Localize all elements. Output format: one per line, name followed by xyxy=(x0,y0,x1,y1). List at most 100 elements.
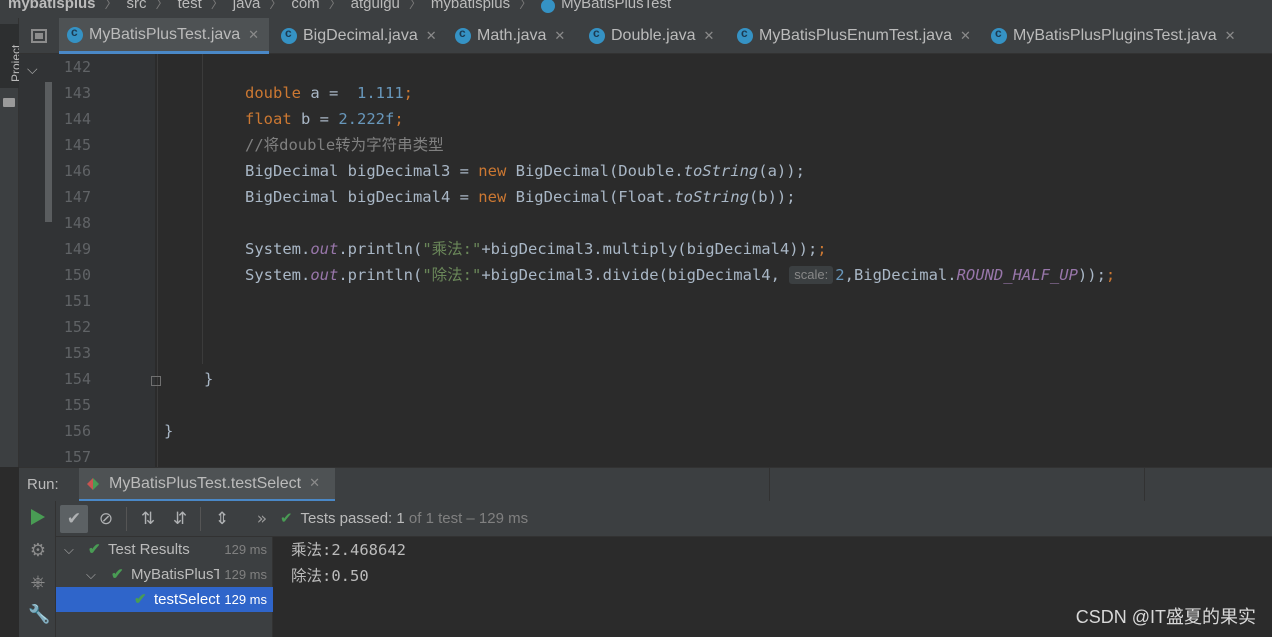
tree-item-test-results[interactable]: ⌵ ✔ Test Results 129 ms xyxy=(56,537,273,562)
test-run-icon xyxy=(87,477,99,490)
status-count: 1 xyxy=(396,510,405,527)
code-text: } xyxy=(164,422,174,440)
close-icon[interactable]: ✕ xyxy=(1225,28,1236,44)
tree-item-class[interactable]: ⌵ ✔ MyBatisPlusTest 129 ms xyxy=(56,562,273,587)
line-number: 143 xyxy=(63,84,91,102)
run-tab-label: MyBatisPlusTest.testSelect xyxy=(109,474,302,492)
line-number: 152 xyxy=(63,318,91,336)
console-line: 乘法:2.468642 xyxy=(291,541,406,559)
code-comment: //将double转为字符串类型 xyxy=(245,136,444,154)
code-line: 145 //将double转为字符串类型 xyxy=(19,132,1272,158)
project-structure-icon[interactable] xyxy=(31,29,47,43)
run-icon[interactable] xyxy=(31,509,45,525)
chevron-right-icon: 〉 xyxy=(104,0,118,11)
tab-label: MyBatisPlusTest.java xyxy=(89,25,241,43)
stop-icon[interactable]: ⊘ xyxy=(92,505,120,533)
code-editor[interactable]: ⌵ 142 143 double a = 1.111; 144 float b … xyxy=(19,54,1272,467)
code-line: 146 BigDecimal bigDecimal3 = new BigDeci… xyxy=(19,158,1272,184)
breadcrumb-item[interactable]: java xyxy=(233,0,261,11)
tab-mybatisplustest[interactable]: MyBatisPlusTest.java ✕ xyxy=(59,18,269,54)
class-icon xyxy=(281,26,297,44)
line-number: 157 xyxy=(63,448,91,466)
code-line: 150 System.out.println("除法:"+bigDecimal3… xyxy=(19,262,1272,288)
rerun-failed-icon[interactable]: ⚙ xyxy=(28,541,48,561)
project-tool-button[interactable]: Project xyxy=(0,24,23,88)
show-passed-check-icon[interactable]: ✔ xyxy=(60,505,88,533)
tree-item-time: 129 ms xyxy=(224,542,267,557)
tab-math[interactable]: Math.java ✕ xyxy=(449,18,577,54)
tab-label: Math.java xyxy=(477,27,547,44)
breadcrumb-item[interactable]: mybatisplus xyxy=(8,0,96,11)
run-config-tab[interactable]: MyBatisPlusTest.testSelect ✕ xyxy=(79,468,335,502)
tab-bigdecimal[interactable]: BigDecimal.java ✕ xyxy=(275,18,445,54)
breadcrumb-item[interactable]: MyBatisPlusTest xyxy=(561,0,671,11)
close-icon[interactable]: ✕ xyxy=(554,28,565,44)
line-number: 144 xyxy=(63,110,91,128)
test-status: ✔ Tests passed: 1 of 1 test – 129 ms xyxy=(280,509,528,527)
code-line: 155 xyxy=(19,392,1272,418)
chevron-right-icon: 〉 xyxy=(155,0,169,11)
code-line: 157 xyxy=(19,444,1272,467)
line-number: 156 xyxy=(63,422,91,440)
tree-item-label: MyBatisPlusTest xyxy=(131,566,219,583)
expand-all-icon[interactable]: ⇕ xyxy=(208,505,236,533)
breadcrumb-item[interactable]: mybatisplus xyxy=(431,0,510,11)
code-line: 152 xyxy=(19,314,1272,340)
close-icon[interactable]: ✕ xyxy=(960,28,971,44)
line-number: 154 xyxy=(63,370,91,388)
code-line: 148 xyxy=(19,210,1272,236)
chevron-right-icon: 〉 xyxy=(408,0,422,11)
close-icon[interactable]: ✕ xyxy=(309,476,320,491)
close-icon[interactable]: ✕ xyxy=(704,28,715,44)
check-icon: ✔ xyxy=(111,566,124,583)
more-icon[interactable]: » xyxy=(248,505,276,533)
class-icon xyxy=(589,26,605,44)
close-icon[interactable]: ✕ xyxy=(426,28,437,44)
editor-tab-bar: MyBatisPlusTest.java ✕ BigDecimal.java ✕… xyxy=(19,18,1272,54)
console-output[interactable]: 乘法:2.468642 除法:0.50 CSDN @IT盛夏的果实 xyxy=(273,537,1272,637)
code-line: 147 BigDecimal bigDecimal4 = new BigDeci… xyxy=(19,184,1272,210)
tab-mybatisplusenumtest[interactable]: MyBatisPlusEnumTest.java ✕ xyxy=(731,18,979,54)
check-icon: ✔ xyxy=(280,510,293,527)
folder-icon xyxy=(3,98,15,107)
breadcrumb-item[interactable]: com xyxy=(291,0,319,11)
code-text: System.out.println("乘法:"+bigDecimal3.mul… xyxy=(245,240,827,258)
breadcrumb-item[interactable]: atguigu xyxy=(351,0,400,11)
breadcrumb-item[interactable]: test xyxy=(178,0,202,11)
code-text: System.out.println("除法:"+bigDecimal3.div… xyxy=(245,266,1116,284)
line-number: 151 xyxy=(63,292,91,310)
wrench-icon[interactable]: 🔧 xyxy=(28,605,50,625)
parameter-hint: scale: xyxy=(789,266,834,284)
chevron-down-icon[interactable]: ⌵ xyxy=(64,537,74,562)
breadcrumb-item[interactable]: src xyxy=(127,0,147,11)
tree-item-label: Test Results xyxy=(108,541,190,558)
close-icon[interactable]: ✕ xyxy=(248,27,259,43)
class-icon xyxy=(455,26,471,44)
debug-icon[interactable]: ⎈ xyxy=(28,573,48,593)
code-line: 156 } xyxy=(19,418,1272,444)
code-line: 154 } xyxy=(19,366,1272,392)
code-text: } xyxy=(204,370,214,388)
line-number: 153 xyxy=(63,344,91,362)
line-number: 155 xyxy=(63,396,91,414)
sort-alpha-icon[interactable]: ⇅ xyxy=(134,505,162,533)
chevron-down-icon[interactable]: ⌵ xyxy=(86,562,96,587)
status-suffix: of 1 test – 129 ms xyxy=(408,510,529,527)
line-number: 146 xyxy=(63,162,91,180)
code-text: float b = 2.222f; xyxy=(245,110,404,128)
code-line: 151 xyxy=(19,288,1272,314)
run-tool-window-header: Run: MyBatisPlusTest.testSelect ✕ xyxy=(19,467,1272,502)
tree-item-time: 129 ms xyxy=(220,562,267,587)
line-number: 147 xyxy=(63,188,91,206)
code-line: 144 float b = 2.222f; xyxy=(19,106,1272,132)
divider xyxy=(769,468,770,502)
line-number: 149 xyxy=(63,240,91,258)
breadcrumb: mybatisplus 〉 src 〉 test 〉 java 〉 com 〉 … xyxy=(0,0,1272,18)
tab-mybatispluspluginstest[interactable]: MyBatisPlusPluginsTest.java ✕ xyxy=(985,18,1255,54)
tab-double[interactable]: Double.java ✕ xyxy=(583,18,723,54)
code-line: 143 double a = 1.111; xyxy=(19,80,1272,106)
tree-item-method[interactable]: ✔ testSelect 129 ms xyxy=(56,587,273,612)
chevron-right-icon: 〉 xyxy=(269,0,283,11)
tree-item-time: 129 ms xyxy=(220,587,267,612)
sort-duration-icon[interactable]: ⇵ xyxy=(166,505,194,533)
